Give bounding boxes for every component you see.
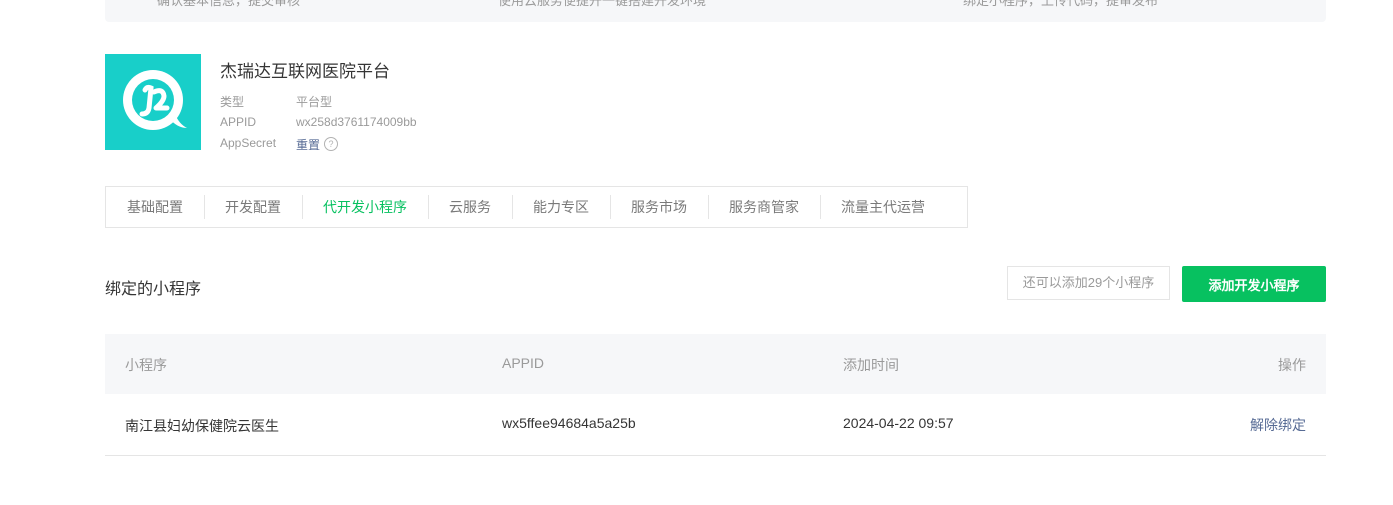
tab-dev-config[interactable]: 开发配置: [204, 195, 302, 219]
appid-label: APPID: [220, 115, 257, 129]
added-time: 2024-04-22 09:57: [843, 415, 954, 431]
app-logo: [105, 54, 201, 150]
section-title: 绑定的小程序: [105, 281, 202, 298]
previous-card-strip: 确认基本信息，提交审核 使用云服务便捷开一键搭建开发环境 绑定小程序，上传代码，…: [105, 0, 1326, 22]
type-label: 类型: [220, 95, 245, 109]
column-header-mini-program: 小程序: [125, 357, 167, 373]
appsecret-label: AppSecret: [220, 136, 277, 150]
app-title: 杰瑞达互联网医院平台: [220, 62, 390, 81]
type-value: 平台型: [296, 95, 333, 109]
config-tabs: 基础配置 开发配置 代开发小程序 云服务 能力专区 服务市场 服务商管家 流量主…: [105, 186, 968, 228]
tab-basic-config[interactable]: 基础配置: [106, 196, 204, 218]
step-text: 确认基本信息，提交审核: [157, 0, 301, 8]
column-header-added-time: 添加时间: [843, 357, 899, 373]
table-header: 小程序 APPID 添加时间 操作: [105, 334, 1326, 394]
column-header-actions: 操作: [1278, 357, 1306, 373]
step-text: 绑定小程序，上传代码，提审发布: [963, 0, 1159, 8]
table-row: 南江县妇幼保健院云医生 wx5ffee94684a5a25b 2024-04-2…: [105, 394, 1326, 456]
help-icon[interactable]: ?: [324, 137, 338, 151]
mini-program-appid: wx5ffee94684a5a25b: [502, 415, 636, 431]
unbind-link[interactable]: 解除绑定: [1250, 415, 1306, 435]
add-mini-program-button[interactable]: 添加开发小程序: [1182, 266, 1326, 302]
tab-proxy-mini-program[interactable]: 代开发小程序: [302, 195, 428, 219]
tab-provider-manager[interactable]: 服务商管家: [708, 195, 820, 219]
column-header-appid: APPID: [502, 355, 545, 371]
tab-service-market[interactable]: 服务市场: [610, 195, 708, 219]
tab-cloud-service[interactable]: 云服务: [428, 195, 512, 219]
tab-traffic-operation[interactable]: 流量主代运营: [820, 195, 946, 219]
app-logo-icon: [123, 70, 187, 130]
tab-capabilities[interactable]: 能力专区: [512, 195, 610, 219]
quota-text: 还可以添加29个小程序: [1007, 266, 1170, 300]
reset-secret-link[interactable]: 重置: [296, 136, 320, 153]
mini-program-name: 南江县妇幼保健院云医生: [125, 418, 279, 434]
step-text: 使用云服务便捷开一键搭建开发环境: [498, 0, 707, 8]
appid-value: wx258d3761174009bb: [296, 115, 417, 129]
